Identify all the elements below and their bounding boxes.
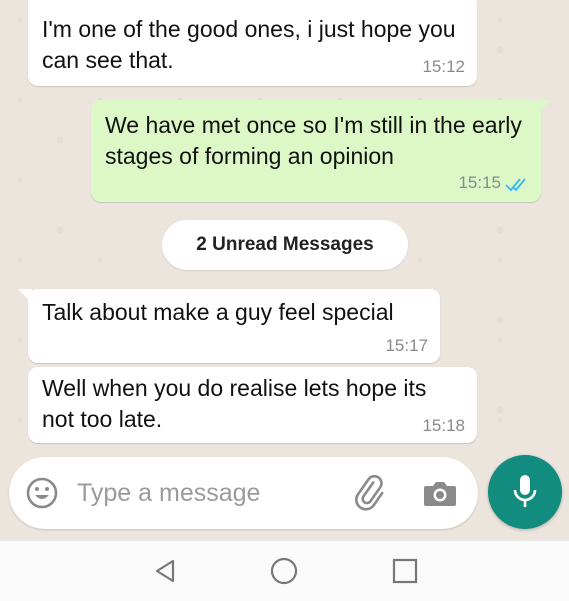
chat-area[interactable]: I'm one of the good ones, i just hope yo… [0,0,569,540]
message-text: Talk about make a guy feel special [42,299,394,325]
message-input[interactable]: Type a message [77,479,260,508]
message-bubble-incoming[interactable]: Well when you do realise lets hope its n… [28,367,477,443]
mic-button[interactable] [488,455,562,529]
bubble-tail [18,289,32,303]
message-time: 15:15 [458,173,501,192]
mic-icon [513,475,537,507]
double-check-icon [505,178,526,192]
camera-icon[interactable] [422,476,458,510]
message-bubble-outgoing[interactable]: We have met once so I'm still in the ear… [91,100,551,202]
message-text: Well when you do realise lets hope its n… [42,375,427,432]
bubble-tail [537,100,551,114]
message-bubble-incoming[interactable]: I'm one of the good ones, i just hope yo… [28,0,477,86]
message-time: 15:12 [422,57,465,76]
message-time: 15:17 [385,336,428,355]
recents-square-icon[interactable] [389,555,421,587]
message-text: We have met once so I'm still in the ear… [105,112,522,169]
emoji-icon[interactable] [25,476,59,510]
paperclip-icon[interactable] [353,475,389,511]
message-time: 15:18 [422,416,465,435]
unread-messages-banner: 2 Unread Messages [162,220,408,270]
system-navigation-bar [0,540,569,601]
message-bubble-incoming[interactable]: Talk about make a guy feel special 15:17 [18,289,440,363]
message-text: I'm one of the good ones, i just hope yo… [42,16,456,73]
home-circle-icon[interactable] [268,555,300,587]
message-input-bar[interactable]: Type a message [9,457,478,529]
back-triangle-icon[interactable] [149,555,181,587]
